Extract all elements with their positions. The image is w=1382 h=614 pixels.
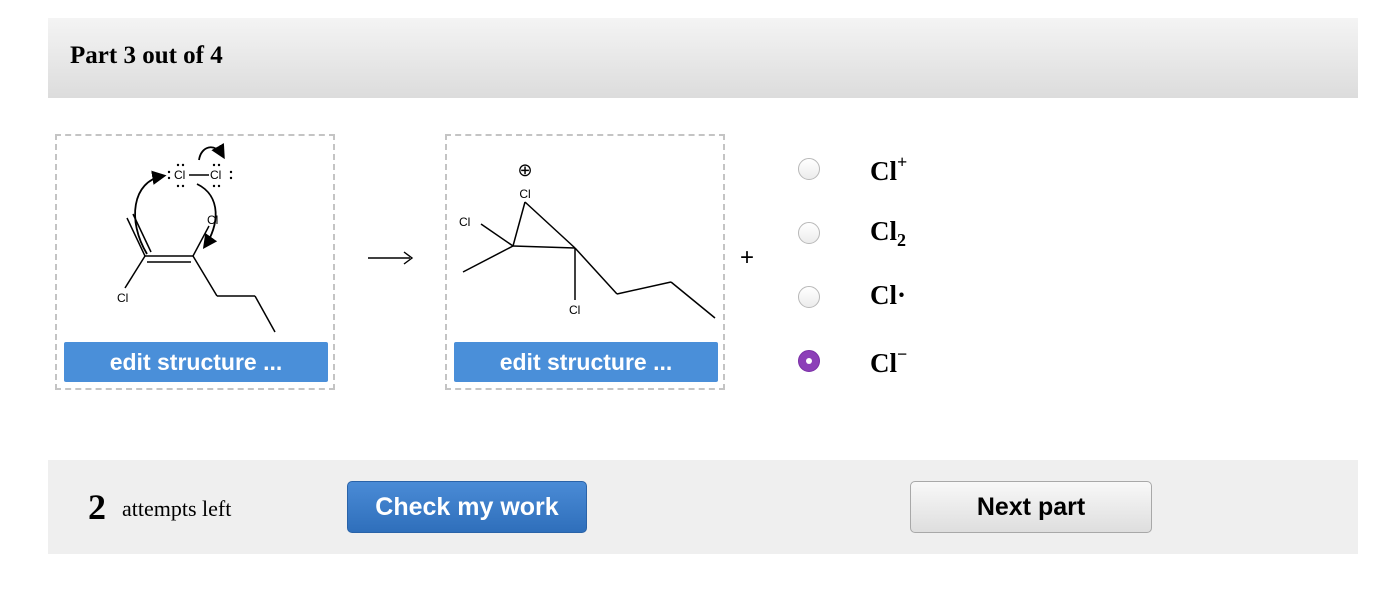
option-label: Cl2: [870, 216, 906, 250]
product-cl-left-label: Cl: [459, 215, 470, 229]
reactant-cl-upper-label: Cl: [207, 213, 218, 227]
product-cl-top-label: Cl: [519, 187, 530, 201]
product-bonds: [462, 201, 716, 319]
radio-button[interactable]: [798, 158, 820, 180]
option-label: Cl·: [870, 280, 907, 310]
option-label: Cl+: [870, 152, 908, 186]
reaction-arrow-icon: [368, 251, 414, 265]
radio-button[interactable]: [798, 286, 820, 308]
option-label: Cl−: [870, 344, 908, 378]
part-title: Part 3 out of 4: [70, 42, 223, 69]
option-cl-minus[interactable]: Cl−: [798, 342, 998, 382]
reactant-cl-left-label: Cl: [174, 168, 185, 182]
reactant-bonds: [124, 213, 276, 333]
option-cl-plus[interactable]: Cl+: [798, 150, 998, 190]
attempts-label: attempts left: [122, 496, 232, 521]
next-part-button[interactable]: Next part: [910, 481, 1152, 533]
option-cl2[interactable]: Cl2: [798, 214, 998, 254]
positive-charge-icon: ⊕: [517, 160, 532, 180]
check-my-work-button[interactable]: Check my work: [347, 481, 587, 533]
footer-bar: 2 attempts left Check my work Next part: [48, 460, 1358, 554]
radio-button-selected[interactable]: [798, 350, 820, 372]
plus-sign: +: [740, 244, 755, 271]
part-header: Part 3 out of 4: [48, 18, 1358, 98]
reactant-structure-box[interactable]: Cl Cl Cl Cl edit structure ...: [55, 134, 335, 390]
attempts-count: 2: [88, 487, 106, 527]
reactant-cl-right-label: Cl: [210, 168, 221, 182]
curved-arrows: [134, 143, 225, 255]
option-cl-radical[interactable]: Cl·: [798, 278, 998, 318]
product-structure-box[interactable]: ⊕ Cl Cl Cl edit structure ...: [445, 134, 725, 390]
reactant-cl-bottom-label: Cl: [117, 291, 128, 305]
product-cl-bottom-label: Cl: [569, 303, 580, 317]
reactant-edit-structure-button[interactable]: edit structure ...: [64, 342, 328, 382]
radio-button[interactable]: [798, 222, 820, 244]
product-edit-structure-button[interactable]: edit structure ...: [454, 342, 718, 382]
